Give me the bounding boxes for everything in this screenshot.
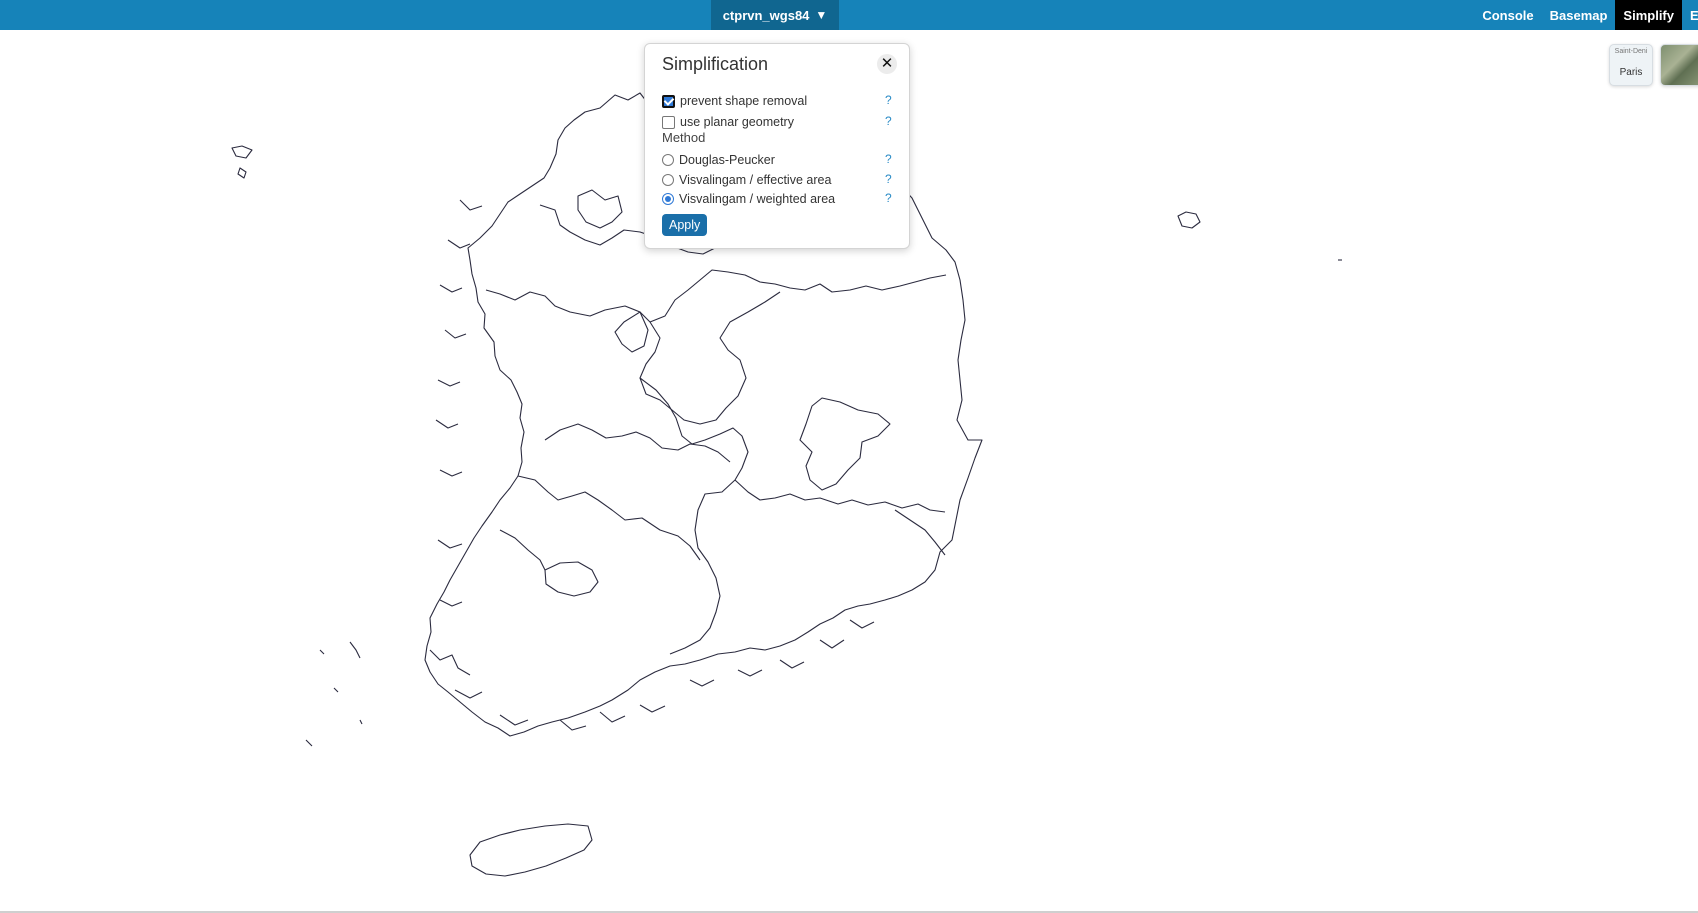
map-island-west — [237, 167, 247, 179]
basemap-thumb-label: Paris — [1619, 67, 1643, 78]
map-boundary — [577, 189, 623, 229]
help-icon[interactable]: ? — [885, 93, 892, 107]
map-islands — [429, 619, 875, 731]
map-shape-jeju — [469, 823, 593, 877]
basemap-thumb-satellite[interactable] — [1660, 44, 1698, 86]
map-boundary — [639, 291, 781, 425]
radio-visvalingam-effective[interactable] — [662, 174, 674, 186]
map-boundary — [544, 561, 599, 597]
map-boundary — [614, 311, 649, 353]
method-label-text: Visvalingam / effective area — [679, 173, 832, 187]
main-menu: Console Basemap Simplify E — [1474, 0, 1698, 30]
map-boundary — [639, 377, 749, 481]
basemap-thumb-small-label: Saint-Deni — [1614, 48, 1648, 55]
map-island-west — [305, 641, 363, 747]
menu-basemap[interactable]: Basemap — [1542, 0, 1616, 30]
top-bar: ctprvn_wgs84 ▼ Console Basemap Simplify … — [0, 0, 1698, 30]
help-icon[interactable]: ? — [885, 172, 892, 186]
method-label: Method — [662, 130, 706, 145]
method-label-text: Visvalingam / weighted area — [679, 192, 836, 206]
panel-title: Simplification — [662, 54, 769, 74]
method-label-text: Douglas-Peucker — [679, 153, 775, 167]
map-boundary — [517, 475, 701, 561]
checkbox-prevent-shape-removal[interactable] — [662, 94, 675, 108]
map-boundary — [799, 397, 891, 491]
basemap-thumb-street[interactable]: Saint-Deni Paris — [1609, 44, 1653, 86]
help-icon[interactable]: ? — [885, 152, 892, 166]
radio-douglas-peucker[interactable] — [662, 154, 674, 166]
menu-simplify[interactable]: Simplify — [1615, 0, 1682, 30]
help-icon[interactable]: ? — [885, 114, 892, 128]
map-boundary — [485, 269, 947, 323]
checkbox-planar-geometry[interactable] — [662, 115, 675, 129]
method-visvalingam-effective[interactable]: Visvalingam / effective area — [662, 171, 831, 189]
map-boundary — [894, 509, 946, 556]
option-label: use planar geometry — [680, 115, 794, 129]
map-boundary — [499, 529, 546, 571]
menu-console[interactable]: Console — [1474, 0, 1541, 30]
map-islands — [435, 199, 483, 607]
map-boundary — [734, 479, 946, 513]
method-douglas-peucker[interactable]: Douglas-Peucker — [662, 151, 775, 169]
map-island-ulleung — [1177, 211, 1201, 229]
layer-selector[interactable]: ctprvn_wgs84 ▼ — [711, 0, 839, 30]
menu-export[interactable]: E — [1682, 0, 1698, 30]
option-label: prevent shape removal — [680, 94, 808, 108]
radio-visvalingam-weighted[interactable] — [662, 193, 674, 205]
option-prevent-shape-removal[interactable]: prevent shape removal — [662, 92, 807, 110]
apply-button[interactable]: Apply — [662, 214, 708, 236]
layer-name: ctprvn_wgs84 — [722, 7, 810, 23]
map-boundary — [544, 423, 731, 463]
map-island-west — [231, 145, 253, 159]
help-icon[interactable]: ? — [885, 191, 892, 205]
option-planar-geometry[interactable]: use planar geometry — [662, 113, 794, 131]
map-boundary — [669, 479, 736, 655]
close-button[interactable]: ✕ — [877, 54, 897, 74]
method-visvalingam-weighted[interactable]: Visvalingam / weighted area — [662, 190, 835, 208]
caret-down-icon: ▼ — [815, 8, 828, 22]
simplification-panel: Simplification ✕ prevent shape removal ?… — [644, 43, 910, 249]
